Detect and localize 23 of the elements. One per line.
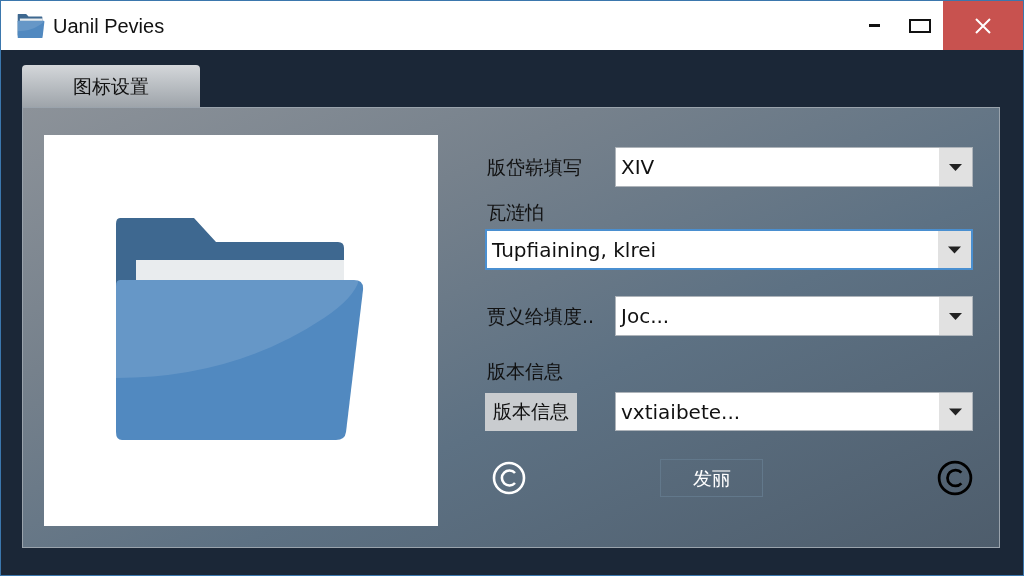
copyright-icon [492,461,526,495]
field-label: 版本信息 [486,360,563,382]
close-icon [975,17,991,34]
footer-button[interactable]: 发丽 [660,459,763,497]
caret-icon [938,231,971,268]
field-label: 瓦涟怕 [486,201,544,223]
maximize-icon [909,18,931,33]
minimize-icon [868,24,880,27]
dropdown[interactable]: Joc... [615,296,973,336]
dropdown[interactable]: vxtiaibete... [615,392,973,431]
field-label: 贾义给填度.. [486,303,596,329]
field-label: 版岱崭填写 [486,154,583,180]
caret-icon [939,297,972,335]
window-title: Uanil Pevies [53,13,165,39]
folder-icon [17,13,45,38]
caret-icon [939,393,972,430]
folder-icon [114,217,364,440]
caret-icon [939,148,972,186]
copyright-icon [937,460,973,496]
dropdown[interactable]: XIV [615,147,973,187]
dropdown[interactable]: Tupfiaining, klrei [485,229,973,270]
version-button[interactable]: 版本信息 [485,392,577,431]
tab[interactable]: 图标设置 [22,65,200,107]
